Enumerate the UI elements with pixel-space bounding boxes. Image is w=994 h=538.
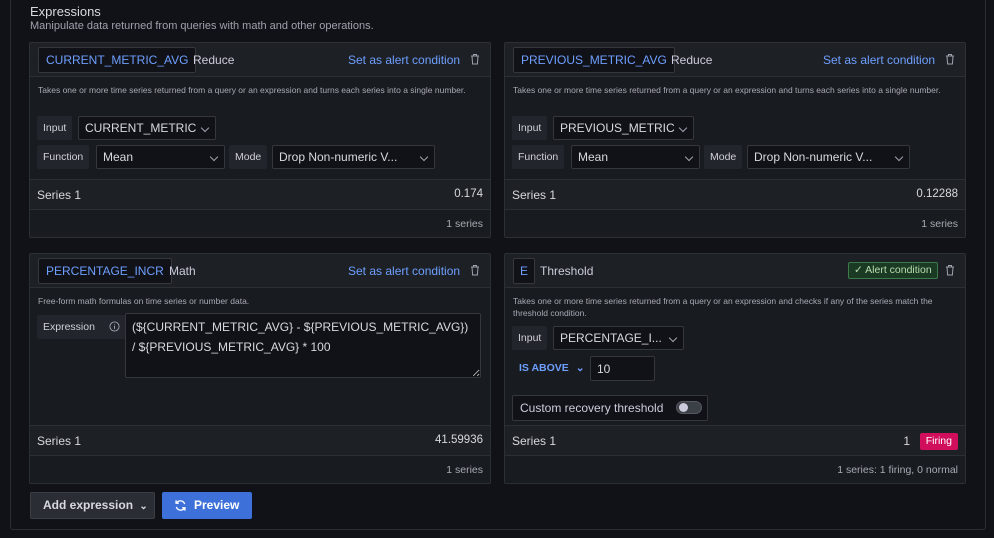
series-value: 1 xyxy=(903,434,910,448)
chevron-down-icon: ⌄ xyxy=(575,362,585,374)
series-value: 0.174 xyxy=(454,188,483,200)
mode-label: Mode xyxy=(229,145,268,169)
chevron-down-icon xyxy=(894,152,904,162)
series-row: Series 1 0.12288 xyxy=(505,179,965,210)
chevron-down-icon xyxy=(668,333,678,343)
series-row: Series 1 41.59936 xyxy=(30,425,490,456)
section-title: Expressions xyxy=(30,4,101,19)
chevron-down-icon xyxy=(200,123,210,133)
ref-id-field[interactable]: PERCENTAGE_INCR xyxy=(38,258,172,284)
expression-type: Math xyxy=(169,264,196,278)
series-name: Series 1 xyxy=(37,434,82,448)
set-alert-condition-button[interactable]: Set as alert condition xyxy=(823,53,935,67)
series-footer: 1 series xyxy=(30,209,490,237)
function-select[interactable]: Mean xyxy=(571,145,700,169)
expression-label-text: Expression xyxy=(43,321,95,333)
input-label: Input xyxy=(37,116,73,140)
chevron-down-icon xyxy=(419,152,429,162)
series-count: 1 series xyxy=(921,218,958,230)
section-description: Manipulate data returned from queries wi… xyxy=(30,20,374,32)
mode-select[interactable]: Drop Non-numeric V... xyxy=(272,145,435,169)
input-select-value: PREVIOUS_METRIC xyxy=(560,121,675,135)
add-expression-label: Add expression xyxy=(43,498,134,512)
function-label: Function xyxy=(37,145,90,169)
series-name: Series 1 xyxy=(512,434,557,448)
input-label: Input xyxy=(512,326,548,350)
series-count: 1 series xyxy=(446,464,483,476)
series-row: Series 1 1 Firing xyxy=(505,425,965,456)
card-header: PERCENTAGE_INCR Math Set as alert condit… xyxy=(30,254,490,288)
input-label: Input xyxy=(512,116,548,140)
add-expression-button[interactable]: Add expression ⌄ xyxy=(30,492,155,519)
series-value: 0.12288 xyxy=(916,188,958,200)
mode-select[interactable]: Drop Non-numeric V... xyxy=(747,145,910,169)
card-description: Takes one or more time series returned f… xyxy=(38,85,466,95)
chevron-down-icon xyxy=(684,152,694,162)
chevron-down-icon xyxy=(209,152,219,162)
info-icon[interactable] xyxy=(109,321,120,332)
expression-type: Reduce xyxy=(671,53,713,67)
set-alert-condition-button[interactable]: Set as alert condition xyxy=(348,264,460,278)
card-description: Free-form math formulas on time series o… xyxy=(38,296,250,306)
expression-card-percentage-incr: PERCENTAGE_INCR Math Set as alert condit… xyxy=(29,253,491,484)
card-header: E Threshold ✓ Alert condition xyxy=(505,254,965,288)
function-label: Function xyxy=(512,145,565,169)
card-header: CURRENT_METRIC_AVG Reduce Set as alert c… xyxy=(30,43,490,77)
expression-type: Reduce xyxy=(193,53,235,67)
input-select[interactable]: PERCENTAGE_I... xyxy=(553,326,684,350)
expression-card-previous-metric-avg: PREVIOUS_METRIC_AVG Reduce Set as alert … xyxy=(504,42,966,238)
preview-label: Preview xyxy=(194,498,240,512)
custom-recovery-toggle[interactable] xyxy=(676,401,702,414)
series-count: 1 series: 1 firing, 0 normal xyxy=(837,464,958,476)
trash-icon[interactable] xyxy=(470,264,480,276)
input-select[interactable]: CURRENT_METRIC xyxy=(78,116,216,140)
mode-label: Mode xyxy=(704,145,743,169)
condition-select-value: IS ABOVE xyxy=(519,362,569,374)
mode-select-value: Drop Non-numeric V... xyxy=(279,150,398,164)
card-header: PREVIOUS_METRIC_AVG Reduce Set as alert … xyxy=(505,43,965,77)
expression-label: Expression xyxy=(37,315,126,339)
custom-recovery-label: Custom recovery threshold xyxy=(520,401,664,415)
card-description: Takes one or more time series returned f… xyxy=(513,85,941,95)
custom-recovery-toggle-field: Custom recovery threshold xyxy=(512,395,708,421)
alert-condition-label: Alert condition xyxy=(865,264,932,276)
input-select-value: PERCENTAGE_I... xyxy=(560,331,662,345)
condition-select[interactable]: IS ABOVE ⌄ xyxy=(519,362,585,374)
series-name: Series 1 xyxy=(37,188,82,202)
check-icon: ✓ xyxy=(854,264,866,276)
function-select-value: Mean xyxy=(578,150,609,164)
mode-select-value: Drop Non-numeric V... xyxy=(754,150,873,164)
chevron-down-icon xyxy=(678,123,688,133)
input-select[interactable]: PREVIOUS_METRIC xyxy=(553,116,694,140)
alert-condition-badge: ✓ Alert condition xyxy=(848,262,938,279)
series-row: Series 1 0.174 xyxy=(30,179,490,210)
ref-id-field[interactable]: CURRENT_METRIC_AVG xyxy=(38,47,197,73)
trash-icon[interactable] xyxy=(945,53,955,65)
trash-icon[interactable] xyxy=(470,53,480,65)
card-description: Takes one or more time series returned f… xyxy=(513,296,933,318)
threshold-input[interactable] xyxy=(590,356,655,381)
expression-card-current-metric-avg: CURRENT_METRIC_AVG Reduce Set as alert c… xyxy=(29,42,491,238)
preview-button[interactable]: Preview xyxy=(162,492,252,519)
set-alert-condition-button[interactable]: Set as alert condition xyxy=(348,53,460,67)
function-select-value: Mean xyxy=(103,150,134,164)
chevron-down-icon: ⌄ xyxy=(139,501,148,512)
toggle-knob xyxy=(679,403,688,412)
expression-type: Threshold xyxy=(540,264,594,278)
series-footer: 1 series xyxy=(505,209,965,237)
input-select-value: CURRENT_METRIC xyxy=(85,121,197,135)
ref-id-field[interactable]: E xyxy=(513,258,535,284)
expression-card-threshold: E Threshold ✓ Alert condition Takes one … xyxy=(504,253,966,484)
series-name: Series 1 xyxy=(512,188,557,202)
ref-id-field[interactable]: PREVIOUS_METRIC_AVG xyxy=(513,47,675,73)
series-count: 1 series xyxy=(446,218,483,230)
series-value: 41.59936 xyxy=(435,434,483,446)
firing-badge: Firing xyxy=(919,433,958,450)
series-footer: 1 series: 1 firing, 0 normal xyxy=(505,455,965,483)
series-footer: 1 series xyxy=(30,455,490,483)
function-select[interactable]: Mean xyxy=(96,145,225,169)
refresh-icon xyxy=(175,500,186,511)
trash-icon[interactable] xyxy=(945,264,955,276)
expression-textarea[interactable]: (${CURRENT_METRIC_AVG} - ${PREVIOUS_METR… xyxy=(125,313,481,378)
